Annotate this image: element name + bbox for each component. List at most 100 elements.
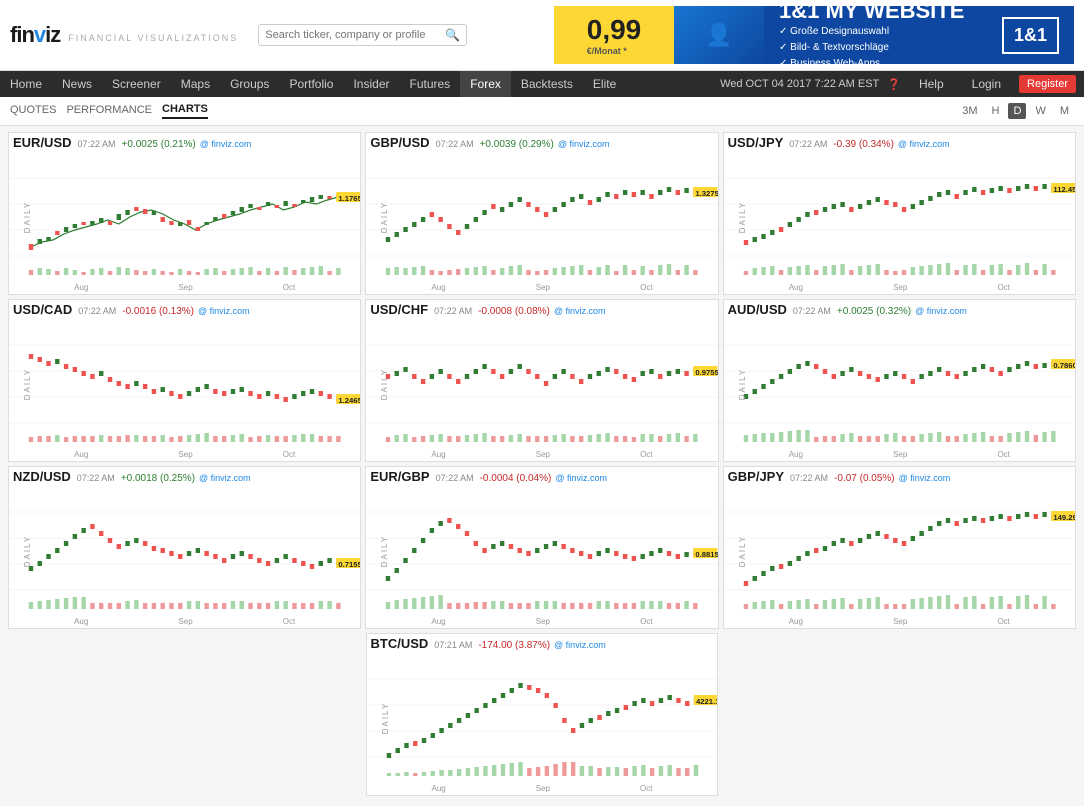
- chart-body-usdchf: DAILY: [366, 319, 717, 449]
- source-audusd: @ finviz.com: [915, 306, 967, 316]
- chart-body-btcusd: DAILY: [367, 653, 718, 783]
- time-audusd: 07:22 AM: [793, 306, 831, 316]
- x-axis-gbpjpy: Aug Sep Oct: [724, 616, 1075, 628]
- ad-price-value: 0,99: [587, 14, 642, 46]
- nav-groups[interactable]: Groups: [220, 71, 279, 97]
- ad-banner: 0,99 €/Monat * 👤 1&1 MY WEBSITE ✓ Große …: [554, 6, 1074, 64]
- register-button[interactable]: Register: [1019, 75, 1076, 93]
- chart-usdchf: USD/CHF 07:22 AM -0.0008 (0.08%) @ finvi…: [365, 299, 718, 462]
- ad-title: 1&1 MY WEBSITE: [779, 6, 964, 24]
- svg-text:1.3275: 1.3275: [696, 189, 718, 198]
- symbol-eurusd: EUR/USD: [13, 135, 72, 150]
- chart-header-btcusd: BTC/USD 07:21 AM -174.00 (3.87%) @ finvi…: [367, 634, 718, 653]
- x-axis-gbpusd: Aug Sep Oct: [366, 282, 717, 294]
- chart-body-gbpusd: DAILY: [366, 152, 717, 282]
- chart-header-audusd: AUD/USD 07:22 AM +0.0025 (0.32%) @ finvi…: [724, 300, 1075, 319]
- tf-h[interactable]: H: [987, 103, 1005, 119]
- change-usdchf: -0.0008 (0.08%): [478, 306, 550, 317]
- chart-svg-usdjpy: 112.45: [724, 152, 1075, 282]
- nav-elite[interactable]: Elite: [583, 71, 626, 97]
- time-eurusd: 07:22 AM: [78, 139, 116, 149]
- chart-body-gbpjpy: DAILY: [724, 486, 1075, 616]
- subnav-performance[interactable]: PERFORMANCE: [66, 104, 152, 118]
- search-icon[interactable]: 🔍: [445, 28, 460, 42]
- chart-gbpusd: GBP/USD 07:22 AM +0.0039 (0.29%) @ finvi…: [365, 132, 718, 295]
- daily-label-audusd: DAILY: [737, 368, 746, 401]
- tagline: FINANCIAL VISUALIZATIONS: [68, 33, 238, 43]
- source-usdchf: @ finviz.com: [554, 306, 606, 316]
- ad-logo: 1&1: [1002, 17, 1059, 54]
- svg-text:0.8815: 0.8815: [696, 550, 718, 559]
- search-input[interactable]: [265, 29, 445, 41]
- charts-row-4: BTC/USD 07:21 AM -174.00 (3.87%) @ finvi…: [8, 633, 1076, 796]
- chart-body-usdcad: DAILY: [9, 319, 360, 449]
- chart-usdjpy: USD/JPY 07:22 AM -0.39 (0.34%) @ finviz.…: [723, 132, 1076, 295]
- daily-label-eurusd: DAILY: [23, 201, 32, 234]
- time-usdjpy: 07:22 AM: [789, 139, 827, 149]
- time-eurgbp: 07:22 AM: [436, 473, 474, 483]
- chart-header-eurgbp: EUR/GBP 07:22 AM -0.0004 (0.04%) @ finvi…: [366, 467, 717, 486]
- source-eurusd: @ finviz.com: [200, 139, 252, 149]
- help-link[interactable]: Help: [909, 71, 954, 97]
- question-icon: ❓: [887, 78, 901, 91]
- timeframe-selector: 3M H D W M: [957, 103, 1074, 119]
- ad-content: 1&1 MY WEBSITE ✓ Große Designauswahl ✓ B…: [764, 6, 1074, 64]
- ad-price: 0,99 €/Monat *: [554, 6, 674, 64]
- symbol-audusd: AUD/USD: [728, 302, 787, 317]
- chart-svg-audusd: 0.7860: [724, 319, 1075, 449]
- subnav-charts[interactable]: CHARTS: [162, 103, 208, 119]
- logo: finviz: [10, 22, 60, 48]
- symbol-gbpjpy: GBP/JPY: [728, 469, 784, 484]
- x-axis-usdcad: Aug Sep Oct: [9, 449, 360, 461]
- nav-maps[interactable]: Maps: [171, 71, 220, 97]
- chart-body-eurusd: DAILY: [9, 152, 360, 282]
- nav-news[interactable]: News: [52, 71, 102, 97]
- chart-nzdusd: NZD/USD 07:22 AM +0.0018 (0.25%) @ finvi…: [8, 466, 361, 629]
- x-axis-btcusd: Aug Sep Oct: [367, 783, 718, 795]
- x-axis-usdchf: Aug Sep Oct: [366, 449, 717, 461]
- chart-header-nzdusd: NZD/USD 07:22 AM +0.0018 (0.25%) @ finvi…: [9, 467, 360, 486]
- x-axis-eurgbp: Aug Sep Oct: [366, 616, 717, 628]
- source-usdjpy: @ finviz.com: [898, 139, 950, 149]
- daily-label-btcusd: DAILY: [380, 702, 389, 735]
- x-axis-usdjpy: Aug Sep Oct: [724, 282, 1075, 294]
- chart-header-gbpusd: GBP/USD 07:22 AM +0.0039 (0.29%) @ finvi…: [366, 133, 717, 152]
- chart-body-nzdusd: DAILY: [9, 486, 360, 616]
- symbol-gbpusd: GBP/USD: [370, 135, 429, 150]
- symbol-btcusd: BTC/USD: [371, 636, 429, 651]
- symbol-usdcad: USD/CAD: [13, 302, 72, 317]
- tf-d[interactable]: D: [1008, 103, 1026, 119]
- symbol-usdchf: USD/CHF: [370, 302, 428, 317]
- svg-text:1.2465: 1.2465: [338, 396, 360, 405]
- nav-insider[interactable]: Insider: [343, 71, 399, 97]
- tf-w[interactable]: W: [1030, 103, 1050, 119]
- header: finviz FINANCIAL VISUALIZATIONS 🔍 0,99 €…: [0, 0, 1084, 71]
- symbol-eurgbp: EUR/GBP: [370, 469, 429, 484]
- x-axis-eurusd: Aug Sep Oct: [9, 282, 360, 294]
- source-gbpusd: @ finviz.com: [558, 139, 610, 149]
- nav-futures[interactable]: Futures: [400, 71, 461, 97]
- nav-forex[interactable]: Forex: [460, 71, 511, 97]
- chart-svg-eurgbp: 0.8815: [366, 486, 717, 616]
- nav-right: Wed OCT 04 2017 7:22 AM EST ❓ Help Login…: [720, 71, 1084, 97]
- daily-label-usdjpy: DAILY: [737, 201, 746, 234]
- source-gbpjpy: @ finviz.com: [899, 473, 951, 483]
- change-btcusd: -174.00 (3.87%): [478, 640, 550, 651]
- chart-body-audusd: DAILY: [724, 319, 1075, 449]
- subnav: QUOTES PERFORMANCE CHARTS 3M H D W M: [0, 97, 1084, 126]
- subnav-quotes[interactable]: QUOTES: [10, 104, 56, 118]
- daily-label-eurgbp: DAILY: [380, 535, 389, 568]
- nav-screener[interactable]: Screener: [102, 71, 171, 97]
- tf-m[interactable]: M: [1055, 103, 1074, 119]
- main-nav: Home News Screener Maps Groups Portfolio…: [0, 71, 1084, 97]
- nav-home[interactable]: Home: [0, 71, 52, 97]
- change-gbpjpy: -0.07 (0.05%): [834, 473, 895, 484]
- nav-portfolio[interactable]: Portfolio: [279, 71, 343, 97]
- login-link[interactable]: Login: [962, 71, 1011, 97]
- chart-body-eurgbp: DAILY: [366, 486, 717, 616]
- time-usdcad: 07:22 AM: [78, 306, 116, 316]
- tf-3m[interactable]: 3M: [957, 103, 982, 119]
- nav-backtests[interactable]: Backtests: [511, 71, 583, 97]
- ad-features: ✓ Große Designauswahl ✓ Bild- & Textvors…: [779, 24, 964, 64]
- search-container: 🔍: [258, 24, 467, 46]
